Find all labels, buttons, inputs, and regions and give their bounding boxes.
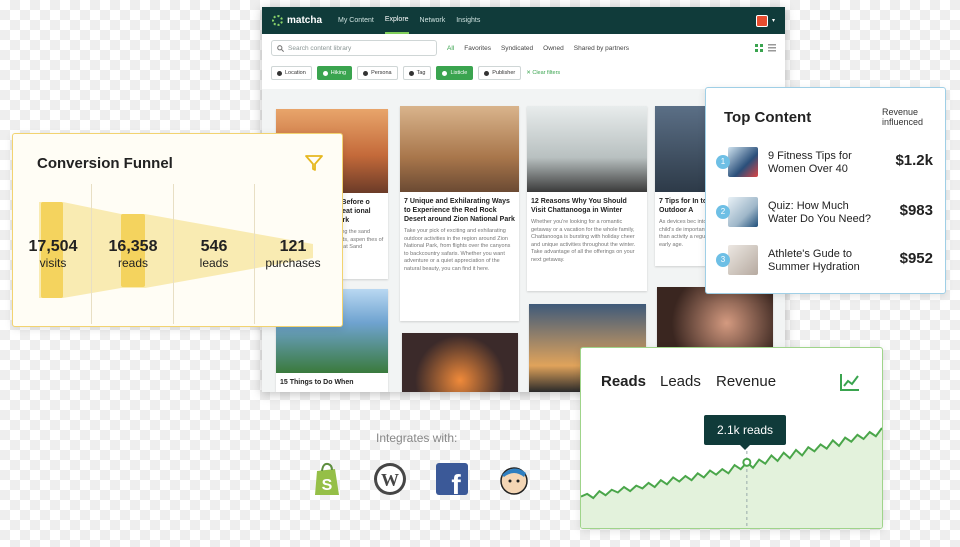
item-title: Athlete's Gude to Summer Hydration: [768, 248, 860, 273]
card-desc: Take your pick of exciting and exhilarat…: [404, 228, 511, 272]
location-pin-icon: [277, 70, 282, 76]
search-placeholder: Search content library: [288, 44, 352, 52]
filter-location[interactable]: Location: [271, 66, 312, 80]
top-content-item[interactable]: 3 Athlete's Gude to Summer Hydration $95…: [716, 240, 941, 278]
grid-view-icon[interactable]: [755, 44, 763, 52]
mailchimp-icon[interactable]: [496, 461, 532, 497]
filter-hiking[interactable]: Hiking: [316, 66, 353, 80]
filter-label: Publisher: [492, 70, 516, 76]
top-content-item[interactable]: 2 Quiz: How Much Water Do You Need? $983: [716, 192, 941, 230]
list-view-icon[interactable]: [768, 44, 776, 52]
content-card[interactable]: 7 Unique and Exhilarating Ways to Experi…: [400, 106, 519, 321]
rank-badge: 1: [716, 155, 730, 169]
content-card[interactable]: [402, 333, 518, 392]
top-content-item[interactable]: 1 9 Fitness Tips for Women Over 40 $1.2k: [716, 142, 941, 180]
search-input[interactable]: Search content library: [271, 40, 437, 56]
filter-label: Listicle: [450, 70, 468, 76]
card-desc: Whether you're looking for a romantic ge…: [531, 219, 636, 263]
wordpress-icon[interactable]: W: [372, 461, 408, 497]
card-title: 7 Unique and Exhilarating Ways to Experi…: [404, 198, 515, 223]
reads-chart-panel: Reads Leads Revenue 2.1k reads: [580, 347, 883, 529]
item-thumbnail: [728, 197, 758, 227]
chevron-down-icon[interactable]: ▾: [772, 17, 775, 24]
stat-label: reads: [117, 256, 149, 270]
persona-icon: [363, 70, 369, 76]
tab-syndicated[interactable]: Syndicated: [501, 45, 533, 52]
filter-publisher[interactable]: Publisher: [478, 66, 522, 80]
rank-badge: 3: [716, 253, 730, 267]
top-content-title: Top Content: [724, 109, 812, 126]
nav-network[interactable]: Network: [420, 7, 446, 34]
top-nav: matcha My Content Explore Network Insigh…: [262, 7, 785, 34]
item-revenue: $1.2k: [895, 152, 933, 169]
card-image: [400, 106, 519, 192]
funnel-stat-reads: 16,358 reads: [93, 238, 173, 270]
filter-label: Persona: [371, 70, 392, 76]
item-thumbnail: [728, 147, 758, 177]
stat-value: 17,504: [28, 238, 78, 255]
card-image: [402, 333, 518, 392]
nav-insights[interactable]: Insights: [456, 7, 480, 34]
revenue-header: Revenue influenced: [882, 107, 945, 127]
clear-filters-link[interactable]: ✕ Clear filters: [526, 70, 560, 76]
card-image: [657, 287, 773, 347]
item-title: 9 Fitness Tips for Women Over 40: [768, 150, 852, 175]
filter-label: Hiking: [330, 70, 347, 76]
tooltip-point[interactable]: [742, 457, 752, 467]
tag-icon: [408, 70, 414, 76]
card-title: 15 Things to Do When: [280, 379, 354, 386]
search-icon: [277, 44, 284, 52]
hiker-icon: [322, 70, 328, 76]
filter-label: Location: [285, 70, 306, 76]
card-title: 12 Reasons Why You Should Visit Chattano…: [531, 198, 627, 214]
filter-label: Tag: [416, 70, 426, 76]
content-card[interactable]: 12 Reasons Why You Should Visit Chattano…: [527, 106, 647, 291]
top-content-panel: Top Content Revenue influenced 1 9 Fitne…: [705, 87, 946, 294]
item-revenue: $952: [899, 250, 933, 267]
facebook-icon[interactable]: f: [434, 461, 470, 497]
stat-value: 121: [279, 238, 307, 255]
shopify-icon[interactable]: S: [309, 461, 345, 497]
publisher-icon: [484, 70, 490, 76]
tab-all[interactable]: All: [447, 45, 454, 52]
clear-filters-label: Clear filters: [532, 70, 561, 76]
funnel-stat-visits: 17,504 visits: [13, 238, 93, 270]
svg-text:W: W: [381, 470, 399, 490]
funnel-graphic: [39, 202, 313, 298]
item-thumbnail: [728, 245, 758, 275]
filter-tag[interactable]: Tag: [402, 66, 432, 80]
funnel-stat-purchases: 121 purchases: [253, 238, 333, 270]
list-icon: [442, 70, 448, 76]
card-image: [527, 106, 647, 192]
user-avatar[interactable]: [755, 14, 768, 27]
nav-explore[interactable]: Explore: [384, 7, 409, 34]
reads-tooltip: 2.1k reads: [704, 415, 786, 450]
stat-label: leads: [199, 256, 229, 270]
svg-text:f: f: [451, 469, 461, 497]
tab-shared-by-partners[interactable]: Shared by partners: [574, 45, 629, 52]
conversion-funnel-panel: Conversion Funnel 17,504 visits 16,358 r…: [12, 133, 343, 327]
integrations-label: Integrates with:: [376, 431, 458, 445]
matcha-logo-icon: [272, 15, 283, 26]
tab-owned[interactable]: Owned: [543, 45, 564, 52]
stat-value: 546: [200, 238, 228, 255]
tab-favorites[interactable]: Favorites: [464, 45, 491, 52]
stat-value: 16,358: [108, 238, 158, 255]
content-card[interactable]: [657, 287, 773, 347]
funnel-stat-leads: 546 leads: [174, 238, 254, 270]
nav-my-content[interactable]: My Content: [338, 7, 374, 34]
revenue-header-label: Revenue influenced: [882, 107, 924, 127]
brand[interactable]: matcha: [272, 15, 322, 26]
filter-persona[interactable]: Persona: [357, 66, 398, 80]
item-revenue: $983: [899, 202, 933, 219]
brand-name: matcha: [287, 15, 323, 26]
item-title: Quiz: How Much Water Do You Need?: [768, 200, 871, 225]
rank-badge: 2: [716, 205, 730, 219]
svg-text:S: S: [322, 477, 333, 494]
stat-label: purchases: [265, 256, 321, 270]
filter-listicle[interactable]: Listicle: [436, 66, 474, 80]
stat-label: visits: [39, 256, 67, 270]
